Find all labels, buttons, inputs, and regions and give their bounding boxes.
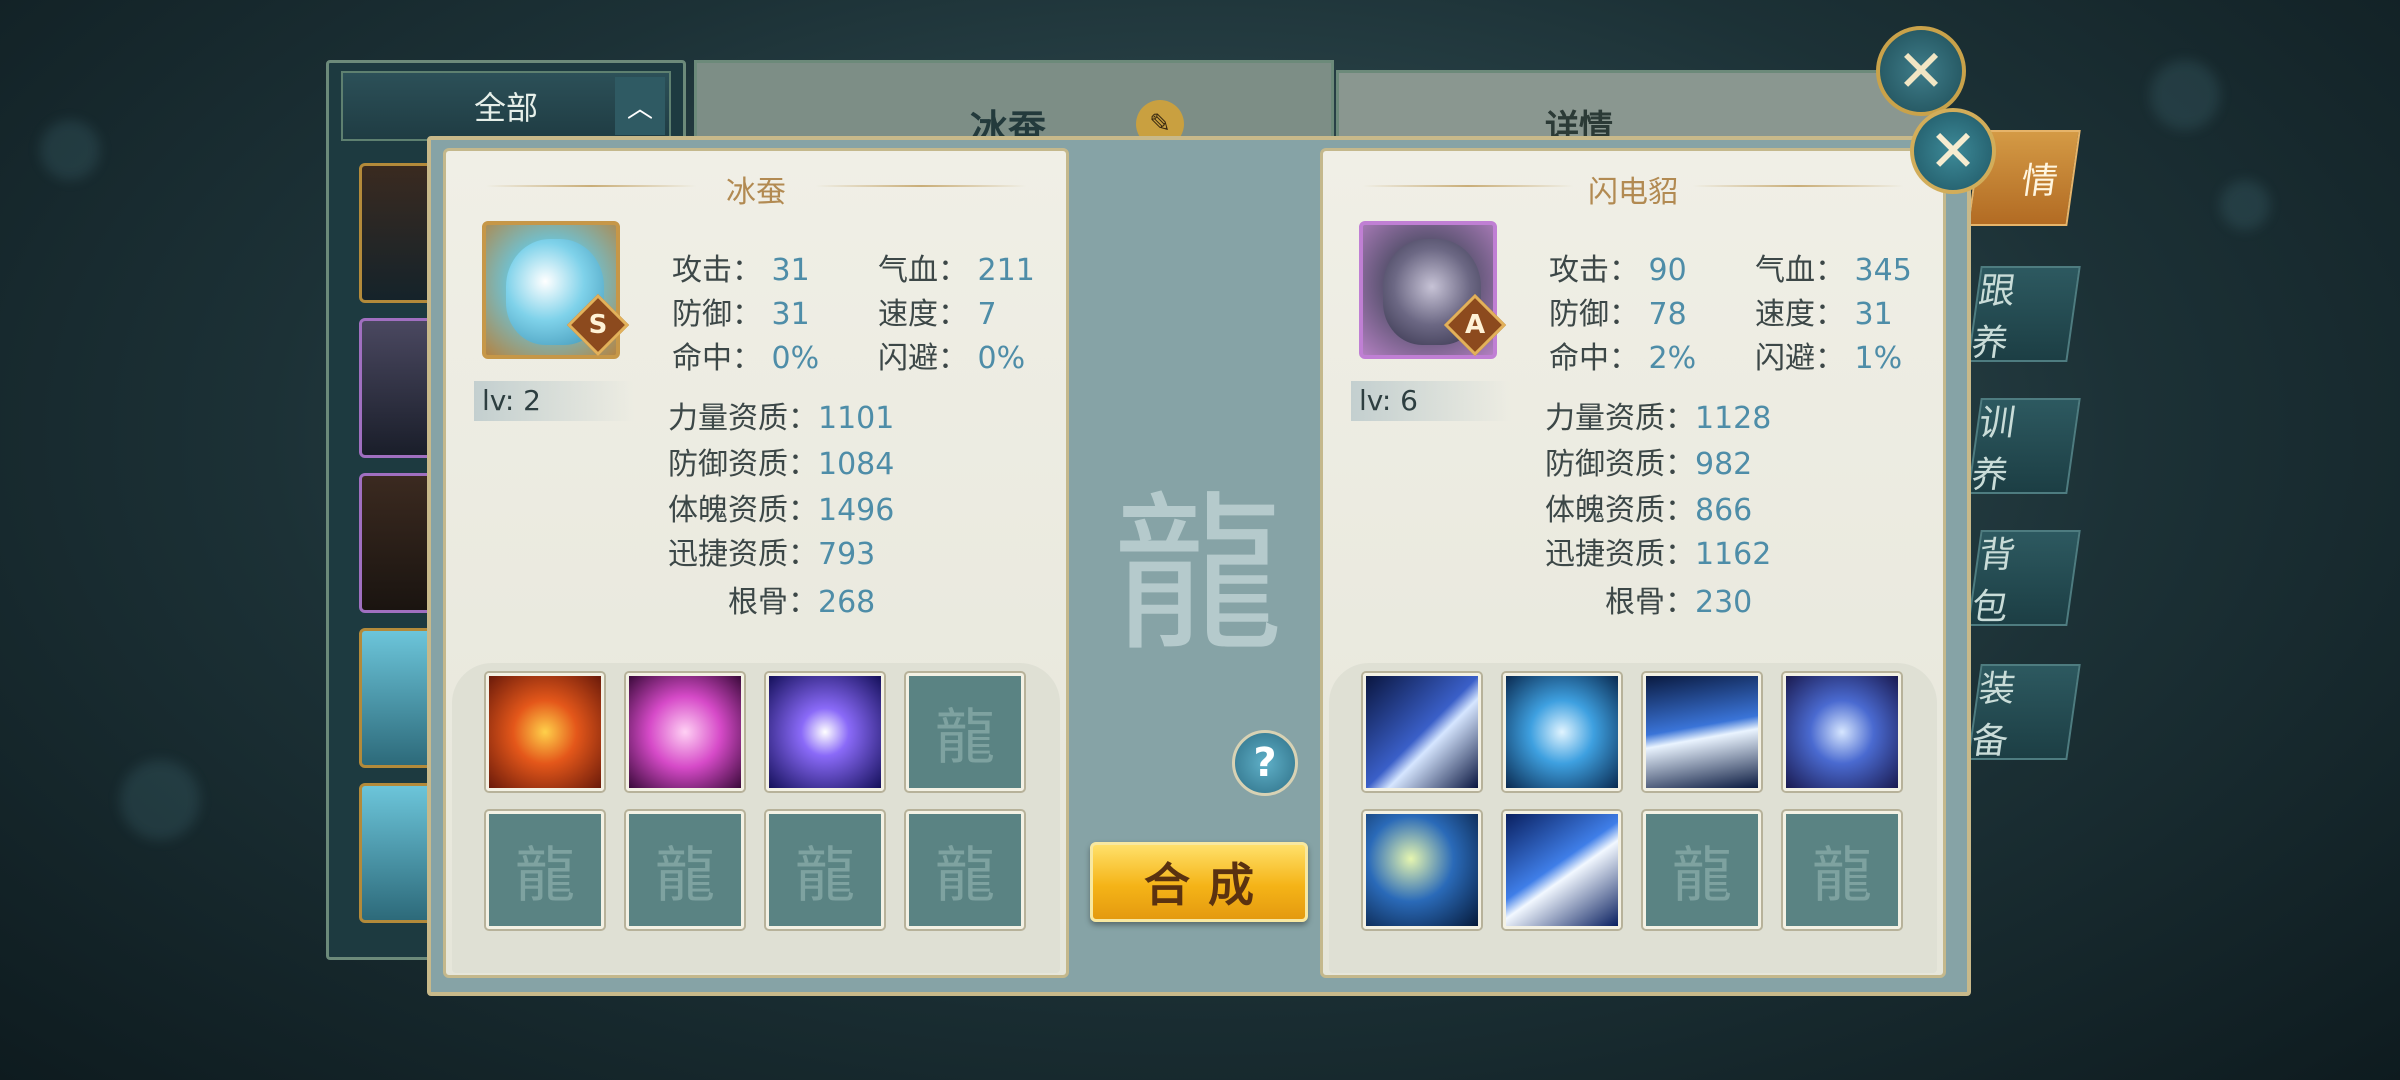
stat-hit: 命中： 0%: [672, 341, 820, 376]
stat-attack: 攻击： 31: [672, 253, 810, 288]
background-light: [120, 760, 200, 840]
shield-buff-skill-icon[interactable]: [1783, 673, 1901, 791]
tab-equipment[interactable]: 装 备: [1967, 664, 2081, 762]
dragon-emblem-icon: 龍: [1112, 477, 1283, 675]
pet-level: lv: 2: [474, 381, 634, 421]
filter-tab[interactable]: 全部 ︿: [341, 71, 671, 141]
stat-speed: 速度： 7: [878, 297, 997, 332]
left-pet-card: 冰蚕 S lv: 2 攻击： 31 气血： 211 防御： 31 速度： 7 命…: [443, 148, 1069, 978]
aptitude-physique: 体魄资质：866: [1545, 493, 1753, 528]
filter-tab-label: 全部: [473, 89, 538, 127]
background-light: [2220, 180, 2270, 230]
aptitude-strength: 力量资质：1128: [1545, 401, 1772, 436]
stat-hp: 气血： 211: [878, 253, 1035, 288]
aptitude-bone: 根骨：268: [728, 585, 876, 620]
stat-hp: 气血： 345: [1755, 253, 1912, 288]
stat-attack: 攻击： 90: [1549, 253, 1687, 288]
aptitude-bone: 根骨：230: [1605, 585, 1753, 620]
aptitude-defense: 防御资质：1084: [668, 447, 895, 482]
empty-skill-slot[interactable]: [1643, 811, 1761, 929]
stat-hit: 命中： 2%: [1549, 341, 1697, 376]
empty-skill-slot[interactable]: [486, 811, 604, 929]
lightning-orb-skill-icon[interactable]: [766, 673, 884, 791]
empty-skill-slot[interactable]: [906, 811, 1024, 929]
lightning-strike-skill-icon[interactable]: [1363, 811, 1481, 929]
stat-defense: 防御： 78: [1549, 297, 1687, 332]
pet-name: 冰蚕: [726, 175, 786, 210]
empty-skill-slot[interactable]: [906, 673, 1024, 791]
tab-bag[interactable]: 背 包: [1967, 530, 2081, 628]
speed-dash-skill-icon[interactable]: [1643, 673, 1761, 791]
tab-train[interactable]: 训 养: [1967, 398, 2081, 496]
stat-defense: 防御： 31: [672, 297, 810, 332]
background-light: [2150, 60, 2220, 130]
stat-dodge: 闪避： 1%: [1755, 341, 1903, 376]
right-pet-card: 闪电貂 A lv: 6 攻击： 90 气血： 345 防御： 78 速度： 31…: [1320, 148, 1946, 978]
close-icon[interactable]: ✕: [1910, 108, 1996, 194]
aptitude-agility: 迅捷资质：1162: [1545, 537, 1772, 572]
stat-dodge: 闪避： 0%: [878, 341, 1026, 376]
pet-level: lv: 6: [1351, 381, 1511, 421]
heart-shield-skill-icon[interactable]: [1503, 673, 1621, 791]
claw-slash-skill-icon[interactable]: [1363, 673, 1481, 791]
chevron-up-icon[interactable]: ︿: [615, 77, 665, 135]
pink-vortex-skill-icon[interactable]: [626, 673, 744, 791]
help-button[interactable]: ?: [1232, 730, 1298, 796]
close-icon[interactable]: ✕: [1876, 26, 1966, 116]
aptitude-defense: 防御资质：982: [1545, 447, 1753, 482]
aptitude-agility: 迅捷资质：793: [668, 537, 876, 572]
aptitude-strength: 力量资质：1101: [668, 401, 895, 436]
empty-skill-slot[interactable]: [766, 811, 884, 929]
tab-foster[interactable]: 跟 养: [1967, 266, 2081, 364]
combine-button[interactable]: 合成: [1090, 842, 1308, 922]
background-light: [40, 120, 100, 180]
lightning-bolt-skill-icon[interactable]: [1503, 811, 1621, 929]
aptitude-physique: 体魄资质：1496: [668, 493, 895, 528]
empty-skill-slot[interactable]: [626, 811, 744, 929]
empty-skill-slot[interactable]: [1783, 811, 1901, 929]
pet-name: 闪电貂: [1588, 175, 1678, 210]
stat-speed: 速度： 31: [1755, 297, 1893, 332]
fire-orb-skill-icon[interactable]: [486, 673, 604, 791]
